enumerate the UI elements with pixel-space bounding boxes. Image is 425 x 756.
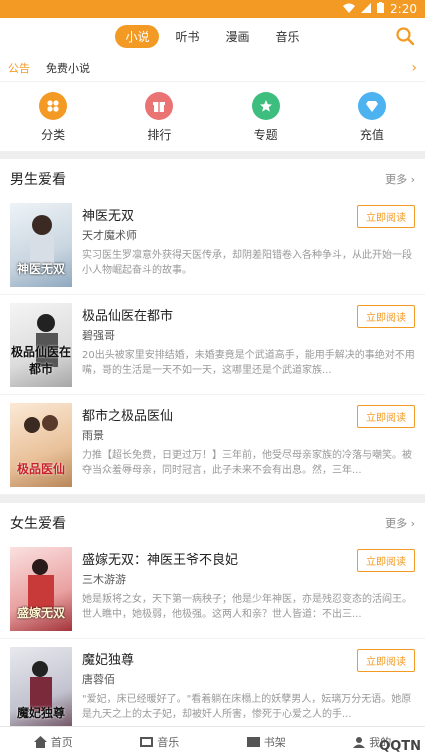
user-icon bbox=[353, 736, 366, 748]
book-item[interactable]: 神医无双 神医无双 天才魔术师 实习医生罗凛意外获得天医传承，却阴差阳错卷入各种… bbox=[0, 195, 425, 295]
book-description: 力推【超长免费，日更过万！】三年前，他受尽母亲家族的冷落与嘲笑。被夺当众羞辱母亲… bbox=[82, 450, 412, 476]
section-title: 男生爱看 bbox=[10, 172, 66, 188]
book-item[interactable]: 极品仙医在都市 极品仙医在都市 碧强哥 20出头被家里安排结婚，未婚妻竟是个武道… bbox=[0, 295, 425, 395]
wifi-icon bbox=[343, 2, 356, 16]
section-title: 女生爱看 bbox=[10, 516, 66, 532]
chevron-right-icon: › bbox=[411, 59, 417, 76]
nav-home[interactable]: 首页 bbox=[33, 734, 73, 750]
divider bbox=[0, 151, 425, 159]
tab-audiobook[interactable]: 听书 bbox=[165, 25, 209, 48]
home-icon bbox=[33, 735, 47, 748]
read-now-button[interactable]: 立即阅读 bbox=[357, 549, 415, 572]
section-header-male: 男生爱看 更多 › bbox=[0, 159, 425, 195]
status-time: 2:20 bbox=[390, 2, 417, 16]
cover-title: 极品仙医在都市 bbox=[10, 345, 71, 376]
tab-music[interactable]: 音乐 bbox=[266, 25, 310, 48]
top-bar: 小说 听书 漫画 音乐 bbox=[0, 18, 425, 54]
tab-novel[interactable]: 小说 bbox=[115, 24, 160, 48]
music-icon bbox=[140, 736, 154, 747]
cover-title: 神医无双 bbox=[16, 262, 65, 276]
more-link[interactable]: 更多 › bbox=[385, 171, 415, 187]
book-author: 天才魔术师 bbox=[82, 229, 137, 242]
book-item[interactable]: 盛嫁无双 盛嫁无双：神医王爷不良妃 三木游游 她是叛将之女，天下第一病秧子；他是… bbox=[0, 539, 425, 639]
nav-label: 首页 bbox=[50, 735, 73, 749]
book-author: 碧强哥 bbox=[82, 329, 115, 342]
tab-comic[interactable]: 漫画 bbox=[216, 25, 260, 48]
book-item[interactable]: 极品医仙 都市之极品医仙 雨景 力推【超长免费，日更过万！】三年前，他受尽母亲家… bbox=[0, 395, 425, 495]
book-description: "爱妃，床已经暖好了。"看着躺在床榻上的妖孽男人，妘璃万分无语。她原是九天之上的… bbox=[82, 694, 412, 720]
book-author: 唐蓉佰 bbox=[82, 673, 115, 686]
nav-label: 音乐 bbox=[157, 735, 180, 749]
nav-music[interactable]: 音乐 bbox=[140, 734, 179, 750]
status-bar: 2:20 bbox=[0, 0, 425, 18]
book-cover: 神医无双 bbox=[10, 203, 72, 287]
quicknav-category[interactable]: 分类 bbox=[13, 92, 93, 143]
notice-tag: 公告 bbox=[8, 61, 30, 75]
cover-title: 盛嫁无双 bbox=[16, 606, 65, 620]
read-now-button[interactable]: 立即阅读 bbox=[357, 405, 415, 428]
book-item[interactable]: 魔妃独尊 魔妃独尊 唐蓉佰 "爱妃，床已经暖好了。"看着躺在床榻上的妖孽男人，妘… bbox=[0, 639, 425, 739]
book-cover: 盛嫁无双 bbox=[10, 547, 72, 631]
shelf-icon bbox=[246, 736, 260, 747]
quicknav-topic[interactable]: 专题 bbox=[226, 92, 306, 143]
read-now-button[interactable]: 立即阅读 bbox=[357, 649, 415, 672]
grid-icon bbox=[39, 92, 68, 120]
star-icon bbox=[251, 92, 280, 120]
notice-text: 免费小说 bbox=[46, 61, 90, 75]
quicknav-ranking[interactable]: 排行 bbox=[119, 92, 199, 143]
notice-bar[interactable]: 公告 免费小说 › bbox=[0, 54, 425, 82]
signal-icon bbox=[361, 2, 372, 16]
nav-label: 书架 bbox=[263, 735, 286, 749]
quicknav-label: 排行 bbox=[147, 128, 172, 142]
book-description: 20出头被家里安排结婚，未婚妻竟是个武道高手，能用手解决的事绝对不用嘴，哥的生活… bbox=[82, 350, 415, 376]
cover-title: 魔妃独尊 bbox=[16, 706, 65, 720]
cover-title: 极品医仙 bbox=[16, 462, 65, 476]
category-tabs: 小说 听书 漫画 音乐 bbox=[115, 24, 310, 48]
quicknav-label: 分类 bbox=[41, 128, 66, 142]
read-now-button[interactable]: 立即阅读 bbox=[357, 205, 415, 228]
divider bbox=[0, 495, 425, 503]
battery-icon bbox=[377, 2, 385, 16]
more-link[interactable]: 更多 › bbox=[385, 515, 415, 531]
watermark: QQTN bbox=[379, 739, 421, 754]
book-description: 她是叛将之女，天下第一病秧子；他是少年神医，亦是残忍变态的活阎王。世人瞧中，她极… bbox=[82, 594, 412, 620]
read-now-button[interactable]: 立即阅读 bbox=[357, 305, 415, 328]
book-description: 实习医生罗凛意外获得天医传承，却阴差阳错卷入各种争斗，从此开始一段小人物崛起奋斗… bbox=[82, 250, 412, 276]
quicknav-label: 专题 bbox=[253, 128, 278, 142]
quicknav-recharge[interactable]: 充值 bbox=[332, 92, 412, 143]
section-header-female: 女生爱看 更多 › bbox=[0, 503, 425, 539]
search-icon[interactable] bbox=[395, 26, 415, 46]
book-cover: 魔妃独尊 bbox=[10, 647, 72, 731]
book-cover: 极品仙医在都市 bbox=[10, 303, 72, 387]
book-author: 三木游游 bbox=[82, 573, 126, 586]
gift-icon bbox=[145, 92, 174, 120]
book-author: 雨景 bbox=[82, 429, 104, 442]
nav-shelf[interactable]: 书架 bbox=[246, 734, 286, 750]
quick-nav: 分类 排行 专题 充值 bbox=[0, 82, 425, 151]
quicknav-label: 充值 bbox=[359, 128, 384, 142]
book-cover: 极品医仙 bbox=[10, 403, 72, 487]
bottom-nav: 首页 音乐 书架 我的 bbox=[0, 726, 425, 756]
diamond-icon bbox=[357, 92, 386, 120]
